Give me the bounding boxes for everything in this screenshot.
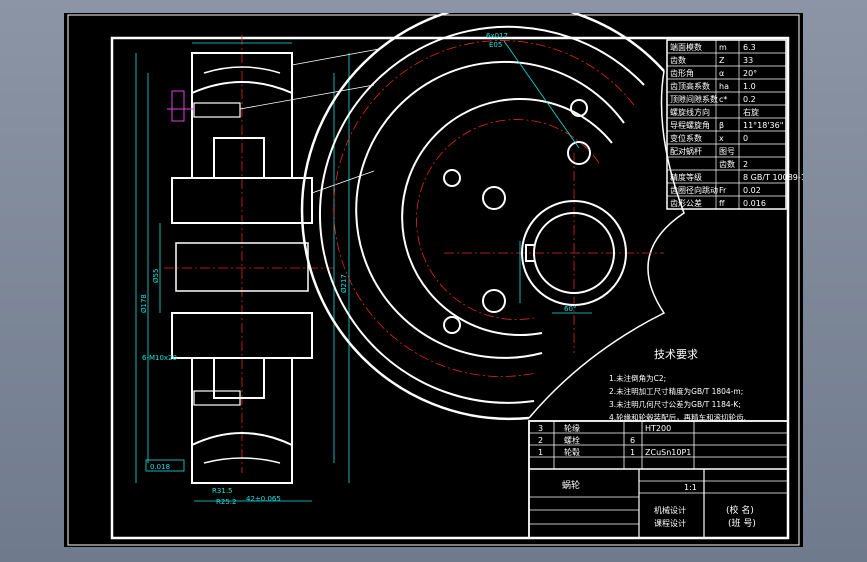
scale-value: 1:1 [684, 483, 697, 492]
bom-mat-1: ZCuSn10P1 [645, 448, 691, 457]
dim-d2: Ø178 [140, 294, 148, 313]
dim-hub-width: 42±0.065 [246, 495, 281, 503]
param-name-0: 端面模数 [670, 42, 702, 52]
bom-qty-2: 6 [630, 436, 635, 445]
course-label: 课程设计 [654, 518, 686, 528]
param-val-1: 33 [743, 56, 753, 65]
dim-bolts: 6-M10x20 [142, 354, 177, 362]
param-name-12: 齿形公差 [670, 198, 702, 208]
param-name-6: 导程螺旋角 [670, 120, 710, 130]
param-name-1: 齿数 [670, 55, 686, 65]
param-val-9: 2 [743, 160, 748, 169]
param-sym-9: 齿数 [719, 159, 735, 169]
tech-req-3: 3.未注明几何尺寸公差为GB/T 1184-K; [609, 399, 741, 409]
bolt-hole-4 [482, 186, 506, 210]
parameter-table: 端面模数 m 6.3 齿数 Z 33 齿形角 α 20° 齿顶高系数 ha 1.0 顶隙间隙系数 c* 0.… [666, 39, 803, 210]
bom-name-1: 轮缘 [564, 423, 580, 433]
bolt-hole-5 [482, 289, 506, 313]
title-block: 3 轮缘 2 螺栓 6 1 轮毂 1 ZCuSn10P1 HT200 蜗轮 1:… [528, 420, 789, 539]
param-sym-12: ff [719, 199, 725, 208]
param-sym-11: Fr [719, 186, 727, 195]
param-sym-3: ha [719, 82, 729, 91]
dim-keyway-tol: E05 [489, 41, 502, 49]
class-label: (班 号) [728, 517, 756, 529]
section-view: 0.018 Ø178 Ø55 Ø217 6-M10x20 42±0.065 R3… [135, 35, 380, 506]
param-val-2: 20° [743, 69, 757, 78]
param-sym-0: m [719, 43, 727, 52]
part-name: 蜗轮 [562, 479, 580, 491]
param-val-11: 0.02 [743, 186, 761, 195]
dim-keyway: 6x017 [486, 32, 508, 40]
param-val-0: 6.3 [743, 43, 756, 52]
technical-requirements: 技术要求 1.未注倒角为C2; 2.未注明加工尺寸精度为GB/T 1804-m;… [609, 348, 746, 422]
param-name-7: 变位系数 [670, 133, 702, 143]
flatness-label: 0.018 [150, 463, 170, 471]
param-name-3: 齿顶高系数 [670, 81, 710, 91]
param-sym-7: x [719, 134, 724, 143]
bom-no-3: 1 [538, 448, 543, 457]
dim-d1: Ø217 [340, 274, 348, 293]
param-val-4: 0.2 [743, 95, 756, 104]
tech-req-1: 1.未注倒角为C2; [609, 373, 666, 383]
dim-r2: R25.2 [216, 498, 236, 506]
param-sym-2: α [719, 69, 724, 78]
drawing-canvas: 0.018 Ø178 Ø55 Ø217 6-M10x20 42±0.065 R3… [67, 13, 803, 546]
bom-no-1: 3 [538, 424, 543, 433]
param-sym-1: Z [719, 56, 725, 65]
bom-mat-3: HT200 [645, 424, 671, 433]
designer-label: 机械设计 [654, 505, 686, 515]
front-view: 6x017 E05 60° [300, 13, 685, 421]
school-label: (校 名) [726, 504, 754, 516]
bolt-hole-6 [443, 316, 461, 334]
bom-qty-3: 1 [630, 448, 635, 457]
dim-angle: 60° [564, 305, 576, 313]
drawing-sheet: 0.018 Ø178 Ø55 Ø217 6-M10x20 42±0.065 R3… [64, 13, 803, 547]
tech-req-heading: 技术要求 [654, 348, 698, 361]
param-sym-6: β [719, 121, 724, 130]
dim-r1: R31.5 [212, 487, 232, 495]
param-name-8: 配对蜗杆 [670, 146, 702, 156]
param-val-10: 8 GB/T 10089-1988 [743, 173, 803, 182]
param-val-7: 0 [743, 134, 748, 143]
param-val-3: 1.0 [743, 82, 756, 91]
param-name-5: 螺旋线方向 [670, 107, 710, 117]
param-name-11: 齿圈径向跳动 [670, 185, 718, 195]
bolt-hole-2 [567, 141, 591, 165]
bom-name-3: 轮毂 [564, 447, 580, 457]
param-sym-4: c* [719, 95, 727, 104]
param-val-6: 11°18'36" [743, 121, 783, 130]
bolt-hole-3 [443, 169, 461, 187]
param-val-12: 0.016 [743, 199, 766, 208]
tech-req-2: 2.未注明加工尺寸精度为GB/T 1804-m; [609, 386, 743, 396]
param-sym-8: 图号 [719, 147, 735, 156]
dim-d3: Ø55 [152, 269, 160, 283]
bom-name-2: 螺栓 [564, 435, 580, 445]
bom-no-2: 2 [538, 436, 543, 445]
param-name-4: 顶隙间隙系数 [670, 94, 718, 104]
param-name-2: 齿形角 [670, 68, 694, 78]
param-val-5: 右旋 [743, 107, 759, 117]
param-name-10: 精度等级 [670, 172, 702, 182]
